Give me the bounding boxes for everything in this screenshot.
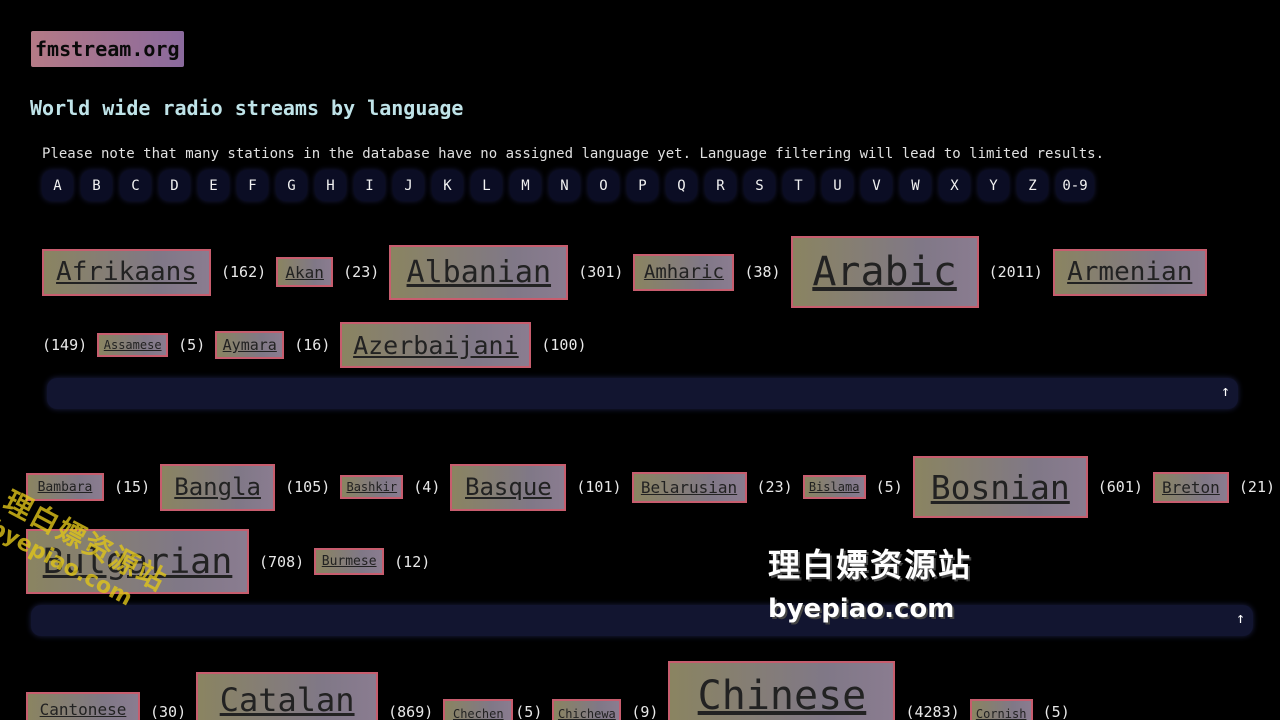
station-count: (601) [1097, 478, 1143, 496]
station-count: (101) [576, 478, 622, 496]
watermark-cn-text: 理白嫖资源站 [768, 546, 973, 584]
alpha-link-g[interactable]: G [276, 170, 307, 201]
station-count: (2011) [988, 263, 1043, 281]
alpha-link-s[interactable]: S [744, 170, 775, 201]
alpha-link-0-9[interactable]: 0-9 [1056, 170, 1094, 201]
station-count: (105) [285, 478, 331, 496]
arrow-up-icon[interactable]: ↑ [1221, 382, 1230, 400]
alpha-link-e[interactable]: E [198, 170, 229, 201]
station-count: (301) [578, 263, 624, 281]
alpha-link-x[interactable]: X [939, 170, 970, 201]
section-a-row-1: Afrikaans (162) Akan (23) Albanian (301)… [42, 236, 1207, 308]
alpha-link-p[interactable]: P [627, 170, 658, 201]
station-count: (5) [875, 478, 903, 496]
arrow-up-icon[interactable]: ↑ [1236, 609, 1245, 627]
section-b-row-1: Bambara (15) Bangla (105) Bashkir (4) Ba… [26, 456, 1280, 518]
alpha-link-q[interactable]: Q [666, 170, 697, 201]
alpha-link-n[interactable]: N [549, 170, 580, 201]
alpha-link-h[interactable]: H [315, 170, 346, 201]
page: fmstream.org World wide radio streams by… [0, 0, 1280, 720]
station-count: (5) [1042, 703, 1070, 720]
section-a-row-2: (149) Assamese (5) Aymara (16) Azerbaija… [42, 322, 597, 368]
language-link[interactable]: Afrikaans [42, 248, 211, 296]
language-link[interactable]: Catalan [196, 672, 379, 720]
language-link[interactable]: Belarusian [631, 471, 747, 503]
alpha-link-c[interactable]: C [120, 170, 151, 201]
station-count: (9) [631, 703, 659, 720]
station-count: (23) [343, 263, 380, 281]
station-count: (869) [388, 703, 434, 720]
station-count: (708) [259, 552, 305, 571]
alphabet-nav: A B C D E F G H I J K L M N O P Q R S T … [42, 170, 1102, 201]
language-link[interactable]: Burmese [314, 548, 385, 575]
watermark-right: 理白嫖资源站 byepiao.com [768, 540, 972, 624]
station-count: (38) [744, 263, 781, 281]
alpha-link-r[interactable]: R [705, 170, 736, 201]
station-count: (23) [756, 478, 793, 496]
watermark-en-text: byepiao.com [768, 594, 955, 624]
language-link[interactable]: Chinese [668, 661, 896, 720]
language-link[interactable]: Chichewa [552, 699, 622, 720]
station-count: (5) [178, 336, 206, 354]
alpha-link-d[interactable]: D [159, 170, 190, 201]
station-count: (100) [541, 336, 587, 354]
alpha-link-m[interactable]: M [510, 170, 541, 201]
language-link[interactable]: Bislama [802, 475, 866, 499]
language-link[interactable]: Akan [276, 257, 334, 287]
station-count: (12) [394, 552, 431, 571]
language-link[interactable]: Chechen [443, 699, 514, 720]
alpha-link-o[interactable]: O [588, 170, 619, 201]
language-link[interactable]: Azerbaijani [340, 322, 532, 368]
site-logo[interactable]: fmstream.org [31, 31, 184, 67]
alpha-link-t[interactable]: T [783, 170, 814, 201]
alpha-link-y[interactable]: Y [978, 170, 1009, 201]
language-link[interactable]: Basque [450, 463, 567, 511]
station-count: (5) [515, 703, 543, 720]
station-count: (15) [114, 478, 151, 496]
station-count: (16) [294, 336, 331, 354]
station-count: (21) [1238, 478, 1276, 496]
language-link[interactable]: Albanian [389, 244, 569, 300]
language-link[interactable]: Bashkir [340, 475, 404, 499]
section-c-row-1: Cantonese (30) Catalan (869) Chechen (5)… [26, 661, 1080, 720]
language-link[interactable]: Bangla [160, 463, 276, 511]
language-link[interactable]: Arabic [790, 236, 979, 308]
language-link[interactable]: Aymara [215, 331, 285, 359]
alpha-link-a[interactable]: A [42, 170, 73, 201]
station-count: (162) [221, 263, 267, 281]
alpha-link-u[interactable]: U [822, 170, 853, 201]
station-count: (149) [42, 336, 88, 354]
alpha-link-f[interactable]: F [237, 170, 268, 201]
back-to-top-bar: ↑ [47, 378, 1238, 409]
alpha-link-l[interactable]: L [471, 170, 502, 201]
station-count: (30) [150, 703, 187, 720]
language-link[interactable]: Cornish [969, 699, 1033, 720]
alpha-link-v[interactable]: V [861, 170, 892, 201]
station-count: (4283) [905, 703, 960, 720]
alpha-link-z[interactable]: Z [1017, 170, 1048, 201]
language-link[interactable]: Bosnian [912, 456, 1088, 518]
language-link[interactable]: Assamese [97, 333, 169, 357]
alpha-link-b[interactable]: B [81, 170, 112, 201]
language-link[interactable]: Amharic [633, 253, 735, 291]
language-link[interactable]: Cantonese [26, 692, 140, 720]
alpha-link-k[interactable]: K [432, 170, 463, 201]
language-note: Please note that many stations in the da… [42, 146, 1105, 162]
alpha-link-j[interactable]: J [393, 170, 424, 201]
station-count: (4) [413, 478, 441, 496]
alpha-link-i[interactable]: I [354, 170, 385, 201]
language-link[interactable]: Breton [1152, 471, 1229, 503]
back-to-top-bar: ↑ [31, 605, 1253, 636]
language-link[interactable]: Armenian [1052, 248, 1207, 296]
alpha-link-w[interactable]: W [900, 170, 931, 201]
page-title: World wide radio streams by language [30, 96, 464, 120]
